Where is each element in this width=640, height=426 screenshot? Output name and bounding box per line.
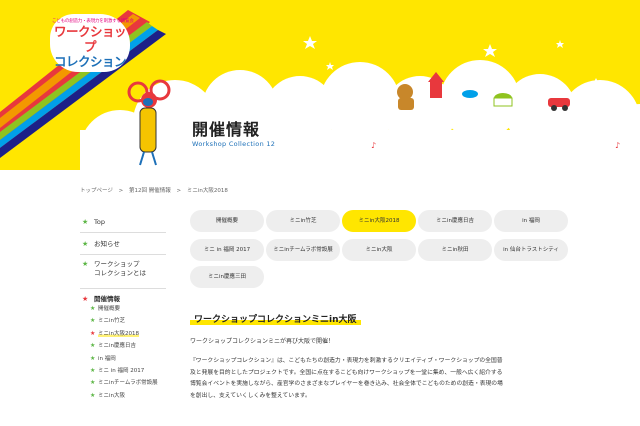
tab-keio-hiyoshi[interactable]: ミニin慶應日吉 (418, 210, 492, 232)
star-bullet-icon: ★ (82, 240, 89, 248)
lead-text: ワークショップコレクションミニが再び大阪で開催！ (190, 338, 335, 345)
page-title: 開催情報 (192, 120, 261, 139)
cloud-icon (80, 60, 640, 170)
sidebar: ★ Top ★ お知らせ ★ ワークショップ コレクションとは ★ 開催情報 ★… (80, 211, 166, 402)
tab-osaka[interactable]: ミニin大阪 (342, 239, 416, 261)
star-bullet-icon: ★ (90, 354, 96, 362)
sidebar-subitem[interactable]: ★ 開催概要 (90, 303, 166, 315)
sidebar-item-label: お知らせ (94, 240, 120, 248)
sidebar-subitem[interactable]: ★ ミニ in 福岡 2017 (90, 365, 166, 377)
sidebar-subitem[interactable]: ★ ミニin竹芝 (90, 315, 166, 327)
tab-keio-mita[interactable]: ミニin慶應三田 (190, 266, 264, 288)
sidebar-item-label: ワークショップ (94, 260, 140, 268)
drum-toy-icon (493, 93, 513, 107)
sidebar-item-label: コレクションとは (94, 269, 146, 277)
music-note-icon: ♪ (615, 141, 620, 150)
body-line: を創出し、支えていくしくみを整えています。 (190, 392, 311, 399)
body-line: 及と発展を目的としたプロジェクトです。全国に点在するこども向けワークショップを一… (190, 369, 503, 376)
sidebar-item-label: Top (94, 218, 105, 226)
star-bullet-icon: ★ (82, 295, 89, 303)
hero-banner: ♪ ♪ こどもの創造力・表現力を刺激する博覧会 ワークショップ コレクション 開… (0, 0, 640, 170)
tab-akita[interactable]: ミニin秋田 (418, 239, 492, 261)
logo-line2: コレクション (53, 54, 127, 69)
tab-takeshiba[interactable]: ミニin竹芝 (266, 210, 340, 232)
tab-fukuoka[interactable]: in 福岡 (494, 210, 568, 232)
sidebar-item-top[interactable]: ★ Top (80, 211, 166, 233)
site-logo[interactable]: こどもの創造力・表現力を刺激する博覧会 ワークショップ コレクション (50, 14, 134, 72)
sidebar-subitem[interactable]: ★ ミニin大阪 (90, 390, 166, 402)
sidebar-subitem[interactable]: ★ ミニin慶應日吉 (90, 340, 166, 352)
sidebar-subitem-current[interactable]: ★ ミニin大阪2018 (90, 328, 166, 340)
page-subtitle: Workshop Collection 12 (192, 140, 276, 148)
breadcrumb-home[interactable]: トップページ (80, 188, 113, 194)
tab-osaka-2018[interactable]: ミニin大阪2018 (342, 210, 416, 232)
star-bullet-icon: ★ (90, 366, 96, 374)
sidebar-subitem[interactable]: ★ ミニinチームラボ常設展 (90, 377, 166, 389)
body-line: 博覧会イベントを実施しながら、産官学のさまざまなプレイヤーを巻き込み、社会全体で… (190, 381, 503, 387)
sidebar-item-label: 開催情報 (94, 295, 120, 303)
breadcrumb-separator: > (118, 188, 124, 194)
body-line: 『ワークショップコレクション』は、こどもたちの創造力・表現力を刺激するクリエイテ… (190, 358, 503, 364)
logo-line1: ワークショップ (53, 24, 127, 54)
tab-fukuoka-2017[interactable]: ミニ in 福岡 2017 (190, 239, 264, 261)
section-title: ワークショップコレクションミニin大阪 (190, 312, 361, 325)
sidebar-subitem[interactable]: ★ in 福岡 (90, 353, 166, 365)
star-bullet-icon: ★ (90, 329, 96, 337)
music-note-icon: ♪ (371, 141, 376, 150)
star-bullet-icon: ★ (90, 317, 96, 325)
sidebar-subnav: ★ 開催概要 ★ ミニin竹芝 ★ ミニin大阪2018 ★ ミニin慶應日吉 ★ in … (80, 303, 166, 402)
fish-toy-icon (462, 90, 478, 98)
star-bullet-icon: ★ (90, 379, 96, 387)
tab-overview[interactable]: 開催概要 (190, 210, 264, 232)
breadcrumb: トップページ > 第12回 開催情報 > ミニin大阪2018 (80, 186, 232, 194)
sidebar-item-info[interactable]: ★ 開催情報 (80, 289, 166, 303)
breadcrumb-info[interactable]: 第12回 開催情報 (129, 188, 171, 194)
sidebar-item-news[interactable]: ★ お知らせ (80, 233, 166, 255)
body-text: 『ワークショップコレクション』は、こどもたちの創造力・表現力を刺激するクリエイテ… (190, 356, 550, 402)
star-bullet-icon: ★ (90, 305, 96, 312)
breadcrumb-current: ミニin大阪2018 (186, 188, 228, 194)
star-bullet-icon: ★ (82, 260, 89, 268)
tab-sendai[interactable]: in 仙台トラストシティ (494, 239, 568, 261)
star-bullet-icon: ★ (90, 391, 96, 399)
tab-teamlab[interactable]: ミニinチームラボ常設展 (266, 239, 340, 261)
breadcrumb-separator: > (176, 188, 182, 194)
sidebar-item-about[interactable]: ★ ワークショップ コレクションとは (80, 255, 166, 289)
house-toy-icon (428, 72, 444, 98)
star-bullet-icon: ★ (82, 218, 89, 226)
star-bullet-icon: ★ (90, 342, 96, 350)
